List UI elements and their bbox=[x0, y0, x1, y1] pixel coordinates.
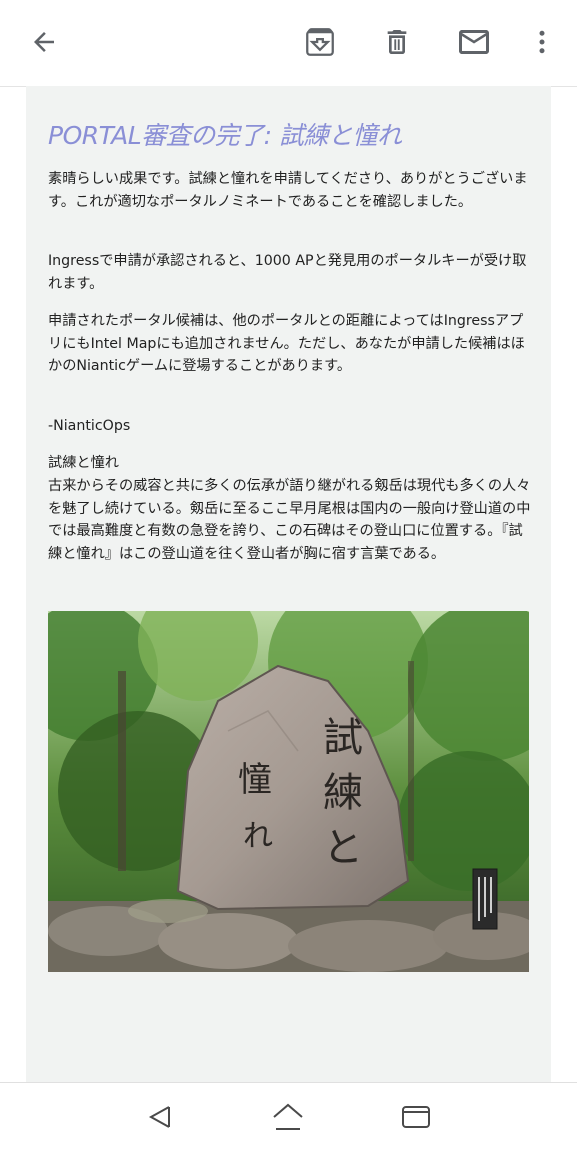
inscription-char-4: 憧 bbox=[238, 760, 272, 800]
nav-back-button[interactable] bbox=[142, 1099, 178, 1135]
archive-button[interactable] bbox=[300, 22, 340, 62]
inscription-char-3: と bbox=[323, 825, 363, 871]
back-button[interactable] bbox=[24, 22, 64, 62]
more-vert-icon bbox=[539, 30, 545, 54]
nav-recents-button[interactable] bbox=[398, 1099, 434, 1135]
top-toolbar bbox=[0, 0, 577, 87]
stone-monument-image: 試 練 と 憧 れ bbox=[48, 611, 529, 972]
portal-photo[interactable]: 試 練 と 憧 れ bbox=[48, 611, 529, 972]
inscription-char-1: 試 bbox=[323, 715, 363, 761]
nav-home-button[interactable] bbox=[270, 1099, 306, 1135]
system-nav-bar bbox=[0, 1082, 577, 1150]
nav-back-icon bbox=[148, 1106, 170, 1128]
inscription-char-5: れ bbox=[243, 819, 273, 854]
nav-recents-icon bbox=[402, 1106, 430, 1128]
paragraph-reward: Ingressで申請が承認されると、1000 APと発見用のポータルキーが受け取… bbox=[48, 253, 527, 292]
email-subject: PORTAL審査の完了: 試練と憧れ bbox=[48, 121, 402, 150]
paragraph-notice: 申請されたポータル候補は、他のポータルとの距離によってはIngressアプリにも… bbox=[48, 313, 525, 374]
delete-button[interactable] bbox=[377, 22, 417, 62]
mail-button[interactable] bbox=[454, 22, 494, 62]
paragraph-thanks: 素晴らしい成果です。試練と憧れを申請してくださり、ありがとうございます。これが適… bbox=[48, 171, 528, 210]
arrow-back-icon bbox=[34, 32, 54, 52]
signature: -NianticOps bbox=[48, 418, 131, 434]
nav-home-icon bbox=[273, 1103, 303, 1130]
portal-title: 試練と憧れ bbox=[48, 455, 119, 471]
portal-description: 古来からその威容と共に多くの伝承が語り継がれる剱岳は現代も多くの人々を魅了し続け… bbox=[48, 478, 531, 562]
trash-icon bbox=[387, 30, 407, 54]
mail-icon bbox=[459, 30, 489, 54]
inscription-char-2: 練 bbox=[323, 770, 363, 816]
email-body: PORTAL審査の完了: 試練と憧れ 素晴らしい成果です。試練と憧れを申請してく… bbox=[26, 86, 551, 1082]
more-button[interactable] bbox=[522, 22, 562, 62]
archive-icon bbox=[306, 28, 334, 56]
